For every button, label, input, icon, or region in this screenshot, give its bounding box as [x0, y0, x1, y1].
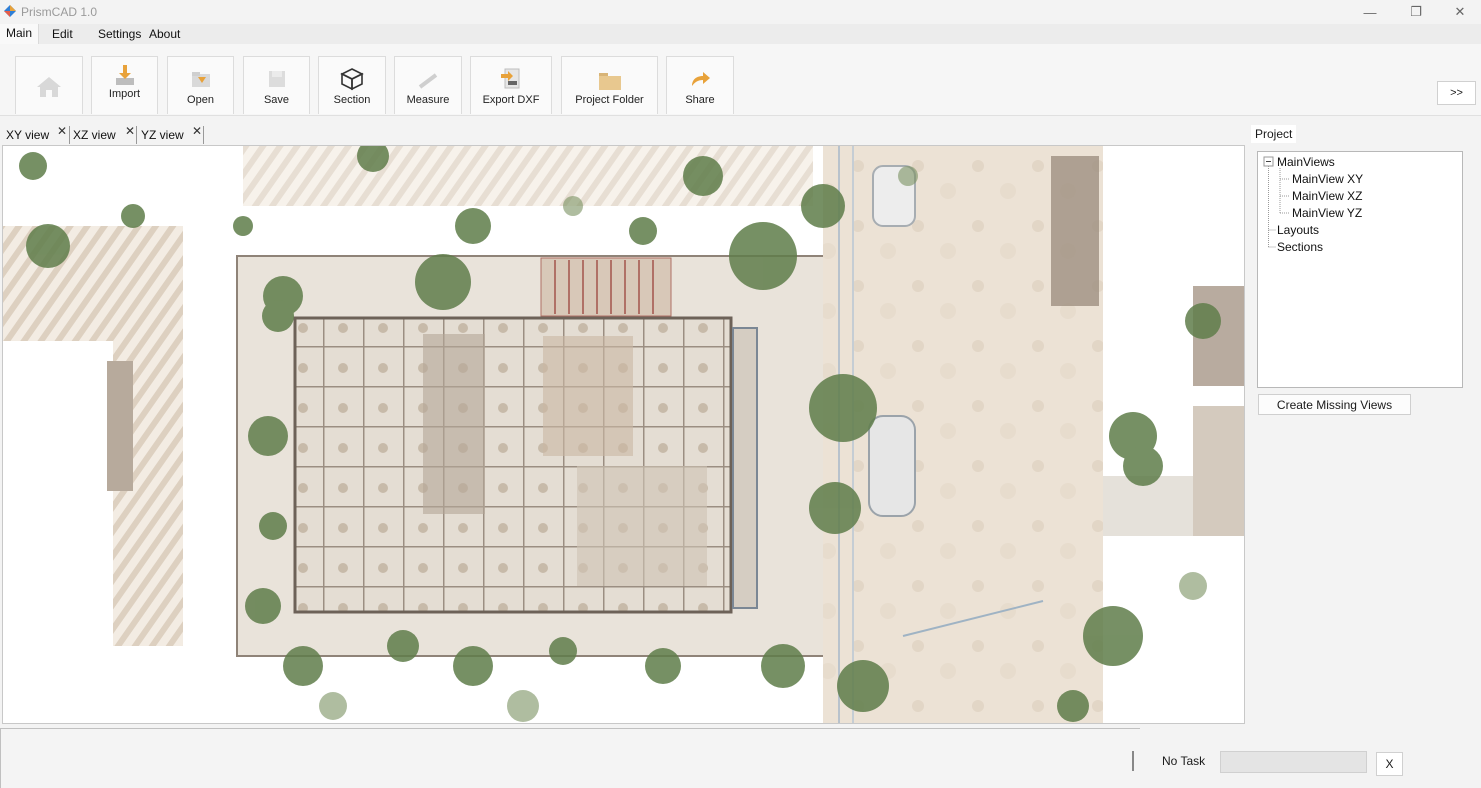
tab-divider — [203, 126, 204, 144]
home-button[interactable] — [15, 56, 83, 114]
project-panel-title: Project — [1251, 125, 1297, 143]
point-cloud-scan-image — [3, 146, 1244, 723]
close-icon[interactable]: ✕ — [57, 124, 67, 138]
tree-node-sections[interactable]: Sections — [1277, 240, 1323, 254]
share-button[interactable]: Share — [666, 56, 734, 114]
tree-node-mainview-xy[interactable]: MainView XY — [1292, 172, 1363, 186]
ribbon-expand-button[interactable]: >> — [1437, 81, 1476, 105]
status-divider — [1132, 751, 1134, 771]
title-bar: PrismCAD 1.0 — ❐ ✕ — [0, 0, 1481, 24]
open-icon — [191, 72, 210, 87]
export-dxf-icon — [501, 68, 520, 89]
minimize-icon: — — [1363, 4, 1377, 20]
tab-yz-view[interactable]: YZ view ✕ — [135, 123, 203, 145]
cancel-task-button[interactable]: X — [1376, 752, 1403, 776]
tab-xz-view[interactable]: XZ view ✕ — [67, 123, 135, 145]
tree-node-layouts[interactable]: Layouts — [1277, 223, 1319, 237]
menu-settings[interactable]: Settings — [98, 27, 141, 41]
app-title: PrismCAD 1.0 — [21, 5, 98, 19]
import-label: Import — [108, 88, 141, 100]
import-button[interactable]: Import — [91, 56, 158, 114]
task-status-label: No Task — [1162, 754, 1206, 768]
ribbon-toolbar: Import Open Save Section Measure Export … — [0, 44, 1481, 116]
menu-bar: Main Edit Settings About — [0, 24, 1481, 46]
import-icon — [115, 65, 134, 85]
export-dxf-button[interactable]: Export DXF — [470, 56, 552, 114]
restore-button[interactable]: ❐ — [1393, 0, 1439, 24]
section-cube-icon — [340, 68, 364, 91]
open-button[interactable]: Open — [167, 56, 234, 114]
task-progress-bar — [1220, 751, 1367, 773]
close-icon[interactable]: ✕ — [192, 124, 202, 138]
home-icon — [37, 77, 61, 97]
share-icon — [692, 72, 710, 86]
project-folder-button[interactable]: Project Folder — [561, 56, 658, 114]
export-dxf-label: Export DXF — [482, 94, 540, 106]
close-icon[interactable]: ✕ — [125, 124, 135, 138]
section-label: Section — [333, 94, 371, 106]
xy-view-viewport[interactable] — [2, 145, 1245, 724]
tab-label: YZ view — [141, 128, 184, 142]
tree-node-mainview-xz[interactable]: MainView XZ — [1292, 189, 1362, 203]
minimize-button[interactable]: — — [1347, 0, 1393, 24]
measure-icon — [418, 73, 438, 89]
tree-node-mainviews[interactable]: MainViews — [1277, 155, 1335, 169]
share-label: Share — [685, 94, 715, 106]
menu-main[interactable]: Main — [0, 24, 40, 46]
tree-node-mainview-yz[interactable]: MainView YZ — [1292, 206, 1362, 220]
project-tree[interactable]: MainViews MainView XY MainView XZ MainVi… — [1257, 151, 1463, 388]
create-missing-views-button[interactable]: Create Missing Views — [1258, 394, 1411, 415]
app-logo-icon — [4, 5, 16, 17]
close-window-button[interactable]: ✕ — [1437, 0, 1481, 24]
save-label: Save — [263, 94, 290, 106]
open-label: Open — [187, 94, 214, 106]
project-folder-label: Project Folder — [575, 94, 644, 106]
menu-edit[interactable]: Edit — [52, 27, 73, 41]
section-button[interactable]: Section — [318, 56, 386, 114]
log-panel[interactable] — [0, 728, 1140, 788]
view-tabs: XY view ✕ XZ view ✕ YZ view ✕ — [0, 123, 1245, 145]
tab-label: XY view — [6, 128, 50, 142]
tab-label: XZ view — [73, 128, 116, 142]
measure-label: Measure — [406, 94, 450, 106]
folder-icon — [598, 73, 621, 90]
save-icon — [268, 71, 285, 87]
menu-about[interactable]: About — [149, 27, 180, 41]
tab-xy-view[interactable]: XY view ✕ — [0, 123, 68, 145]
restore-icon: ❐ — [1410, 4, 1422, 19]
tree-lines — [1263, 156, 1290, 248]
save-button[interactable]: Save — [243, 56, 310, 114]
measure-button[interactable]: Measure — [394, 56, 462, 114]
close-icon: ✕ — [1454, 4, 1466, 19]
